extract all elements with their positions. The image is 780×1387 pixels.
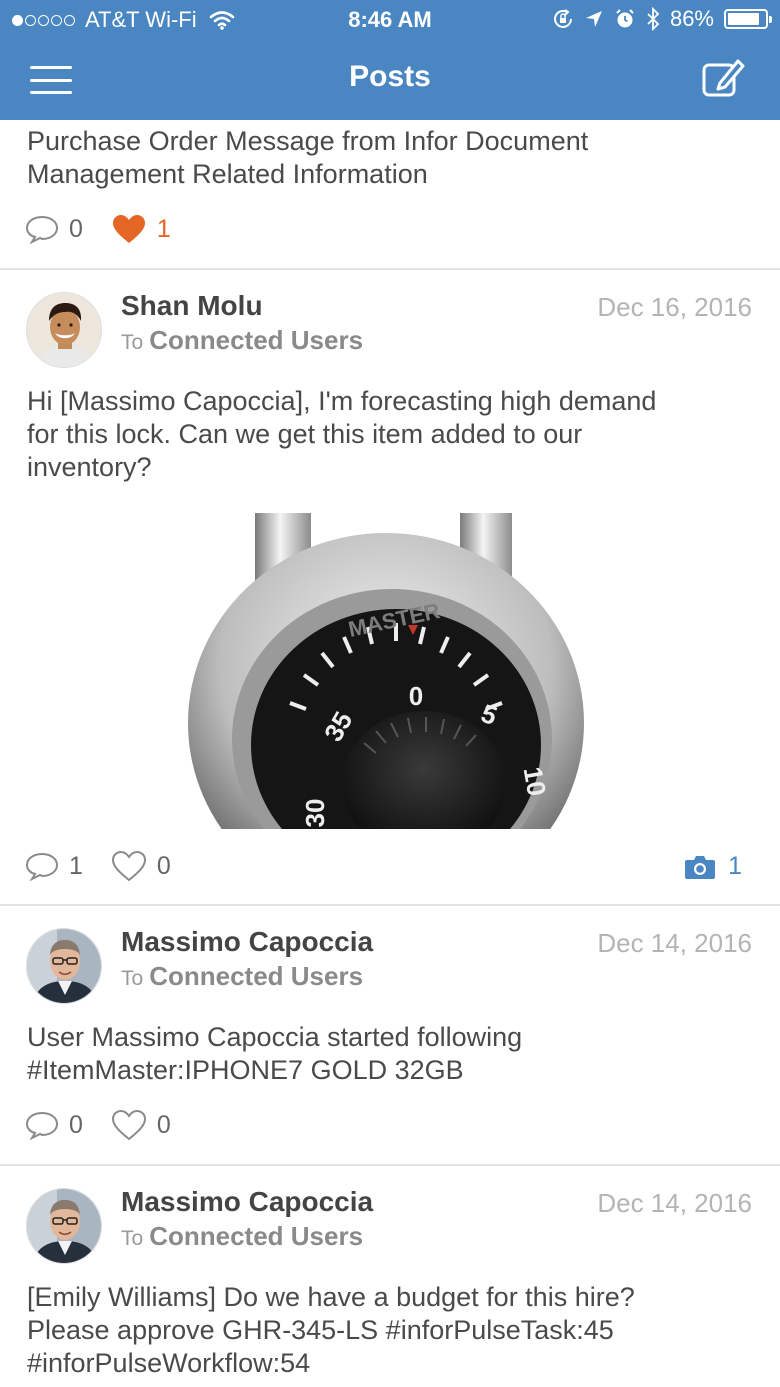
author-name[interactable]: Massimo Capoccia [121,926,373,958]
like-count: 0 [156,851,171,880]
post-text-line: inventory? [27,452,152,482]
to-label: To [121,967,144,990]
recipient-group[interactable]: Connected Users [149,1221,363,1251]
dial-number: 0 [409,681,423,711]
post-text-line: [Emily Williams] Do we have a budget for… [27,1282,635,1312]
post[interactable]: Purchase Order Message from Infor Docume… [0,120,780,270]
page-title: Posts [349,60,431,93]
comment-count: 1 [69,851,83,880]
comment-icon[interactable] [25,214,59,244]
padlock-image: MASTER 0 5 35 30 10 [186,513,584,829]
post-text-line: Hi [Massimo Capoccia], I'm forecasting h… [27,386,657,416]
post[interactable]: Shan Molu To Connected Users Dec 16, 2016… [0,270,780,906]
battery-percent: 86% [669,6,714,31]
post-text-line: #inforPulseWorkflow:54 [27,1348,311,1378]
attachment-count[interactable]: 1 [684,852,742,881]
post-actions: 0 1 [25,213,199,245]
post-text-line: Purchase Order Message from Infor Docume… [27,126,589,156]
comment-count: 0 [69,1110,83,1139]
post-text: Purchase Order Message from Infor Docume… [27,125,740,191]
post-text-line: User Massimo Capoccia started following [27,1022,523,1052]
post-text: [Emily Williams] Do we have a budget for… [27,1281,740,1380]
dial-number: 30 [300,799,330,828]
heart-outline-icon[interactable] [111,850,147,882]
comment-icon[interactable] [25,851,59,881]
recipient-group[interactable]: Connected Users [149,325,363,355]
dial-number: 10 [518,765,553,799]
post-text: Hi [Massimo Capoccia], I'm forecasting h… [27,385,740,484]
post[interactable]: Massimo Capoccia To Connected Users Dec 1… [0,906,780,1166]
attachment-count-value: 1 [728,852,742,880]
comment-icon[interactable] [25,1110,59,1140]
avatar[interactable] [26,1188,102,1264]
app-header: AT&T Wi-Fi 8:46 AM 86% Posts [0,0,780,120]
alarm-icon [616,9,634,28]
post-text-line: Management Related Information [27,159,428,189]
orientation-lock-icon [553,9,572,28]
heart-outline-icon[interactable] [111,1109,147,1141]
avatar[interactable] [26,292,102,368]
bluetooth-icon [647,7,660,31]
posts-feed[interactable]: Purchase Order Message from Infor Docume… [0,120,780,1387]
avatar[interactable] [26,928,102,1004]
avatar-photo [27,293,101,367]
camera-icon [685,855,716,879]
post-text-line: Please approve GHR-345-LS #inforPulseTas… [27,1315,614,1345]
post[interactable]: Massimo Capoccia To Connected Users Dec 1… [0,1166,780,1387]
author-name[interactable]: Massimo Capoccia [121,1186,373,1218]
compose-icon[interactable] [700,56,746,102]
post-date: Dec 14, 2016 [597,928,752,958]
recipient-line: To Connected Users [121,961,363,992]
like-count: 0 [156,1110,171,1139]
status-bar: AT&T Wi-Fi 8:46 AM 86% [0,0,780,40]
recipient-group[interactable]: Connected Users [149,961,363,991]
avatar-photo [27,929,101,1003]
comment-count: 0 [69,214,83,243]
post-date: Dec 14, 2016 [597,1188,752,1218]
post-text-line: #ItemMaster:IPHONE7 GOLD 32GB [27,1055,464,1085]
location-icon [585,11,602,27]
recipient-line: To Connected Users [121,325,363,356]
battery-icon [724,9,772,29]
heart-filled-icon[interactable] [111,213,147,245]
post-text-line: for this lock. Can we get this item adde… [27,419,583,449]
post-text: User Massimo Capoccia started following … [27,1021,740,1087]
post-date: Dec 16, 2016 [597,292,752,322]
like-count: 1 [156,214,171,243]
to-label: To [121,331,144,354]
recipient-line: To Connected Users [121,1221,363,1252]
status-icons: 86% [552,6,772,32]
avatar-photo [27,1189,101,1263]
to-label: To [121,1227,144,1250]
post-actions: 1 0 [25,850,199,882]
author-name[interactable]: Shan Molu [121,290,263,322]
post-actions: 0 0 [25,1109,199,1141]
post-image-lock[interactable]: MASTER 0 5 35 30 10 [186,513,584,829]
